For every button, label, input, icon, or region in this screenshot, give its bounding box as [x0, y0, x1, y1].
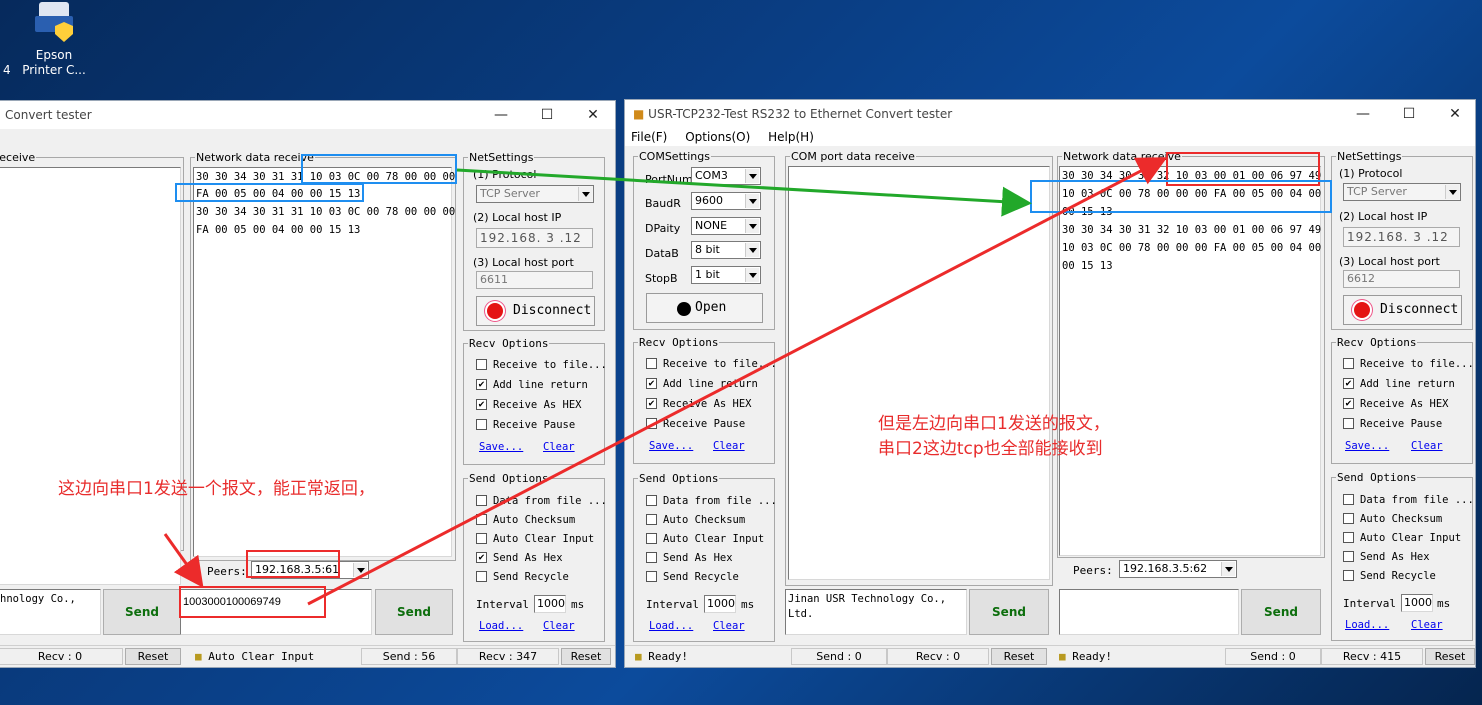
- red-arrow-to-send: [163, 533, 204, 588]
- green-arrow: [456, 168, 1032, 217]
- left-annotation-text: 这边向串口1发送一个报文，能正常返回，: [58, 479, 375, 499]
- taskbar: [0, 668, 1482, 705]
- annotation-arrows: [163, 157, 1168, 606]
- right-annotation-text-2: 串口2这边tcp也全部能接收到: [878, 439, 1103, 459]
- right-annotation-text-1: 但是左边向串口1发送的报文，: [878, 414, 1110, 434]
- red-arrow-to-right: [307, 157, 1168, 606]
